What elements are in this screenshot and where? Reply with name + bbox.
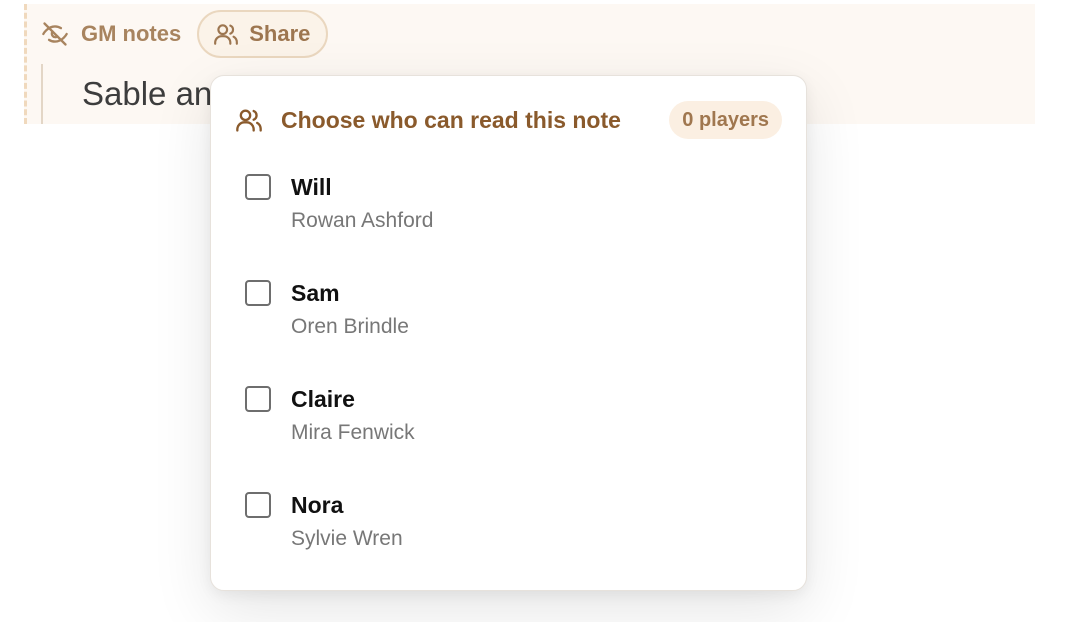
player-checkbox[interactable]: [245, 492, 271, 518]
users-icon: [235, 106, 263, 134]
player-name: Nora: [291, 492, 344, 518]
player-name: Claire: [291, 386, 355, 412]
share-popover-header: Choose who can read this note 0 players: [235, 100, 782, 140]
player-text: Nora Sylvie Wren: [291, 490, 403, 554]
share-button-label: Share: [249, 21, 311, 46]
eye-off-icon: [41, 20, 69, 48]
player-text: Will Rowan Ashford: [291, 172, 433, 236]
page: GM notes Share Sable an Choose who can r…: [0, 0, 1068, 622]
player-count-badge: 0 players: [669, 101, 782, 139]
player-character: Rowan Ashford: [291, 209, 434, 232]
player-option-nora[interactable]: Nora Sylvie Wren: [245, 490, 782, 596]
share-popover-title: Choose who can read this note: [281, 106, 621, 133]
player-option-sam[interactable]: Sam Oren Brindle: [245, 278, 782, 384]
player-option-claire[interactable]: Claire Mira Fenwick: [245, 384, 782, 490]
note-body[interactable]: Sable an: [41, 64, 212, 124]
users-icon: [213, 21, 239, 47]
player-character: Sylvie Wren: [291, 527, 403, 550]
player-name: Sam: [291, 280, 340, 306]
share-popover: Choose who can read this note 0 players …: [210, 75, 807, 591]
player-list: Will Rowan Ashford Sam Oren Brindle Clai…: [245, 172, 782, 596]
player-text: Claire Mira Fenwick: [291, 384, 415, 448]
player-option-will[interactable]: Will Rowan Ashford: [245, 172, 782, 278]
player-character: Mira Fenwick: [291, 421, 415, 444]
note-text: Sable an: [82, 75, 213, 112]
player-checkbox[interactable]: [245, 386, 271, 412]
share-button[interactable]: Share: [197, 10, 329, 58]
gm-notes-label-text: GM notes: [81, 21, 182, 46]
gm-notes-label: GM notes: [41, 20, 181, 48]
player-name: Will: [291, 174, 332, 200]
player-character: Oren Brindle: [291, 315, 409, 338]
player-checkbox[interactable]: [245, 174, 271, 200]
player-checkbox[interactable]: [245, 280, 271, 306]
player-text: Sam Oren Brindle: [291, 278, 409, 342]
gm-notes-header: GM notes Share: [41, 10, 329, 58]
